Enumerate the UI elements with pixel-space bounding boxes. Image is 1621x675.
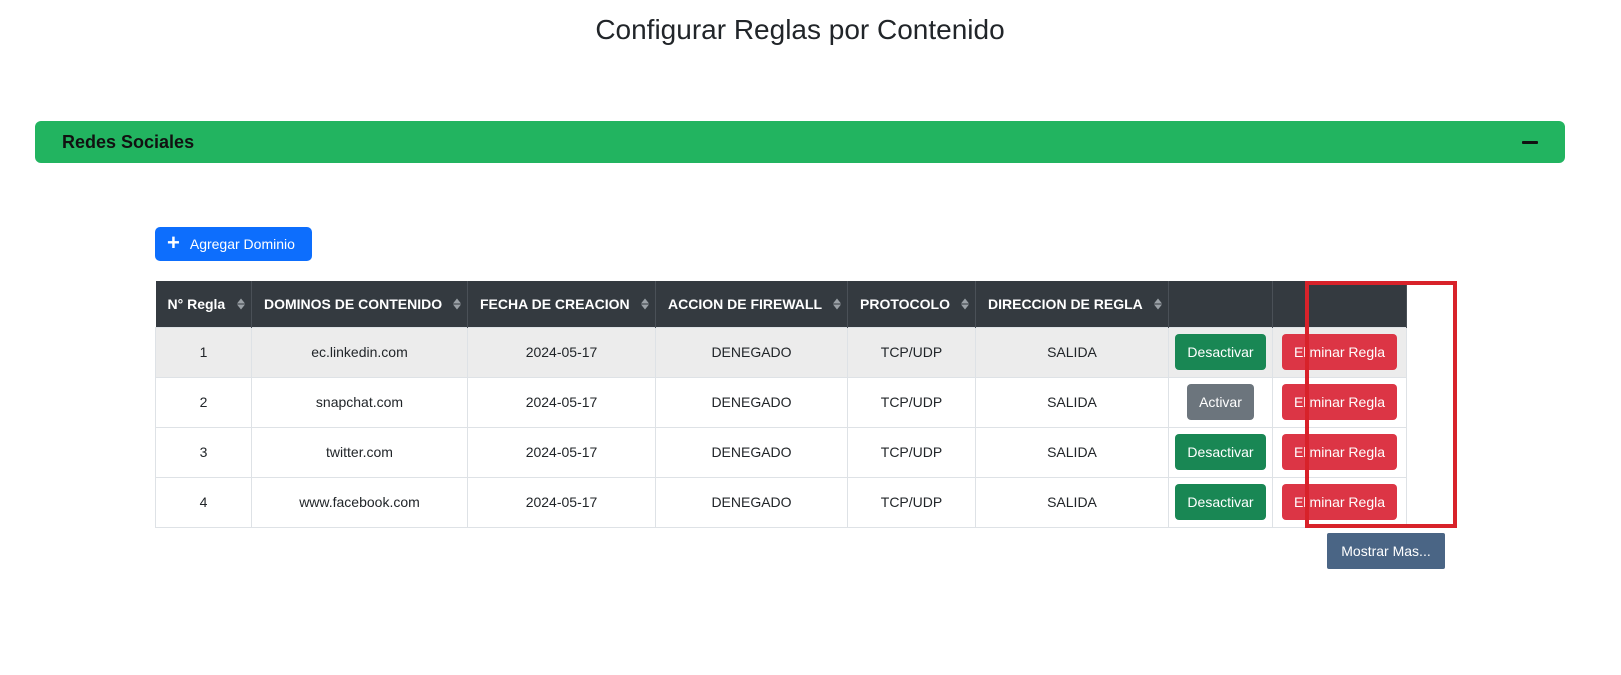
page-title: Configurar Reglas por Contenido xyxy=(595,14,1005,45)
table-header-row: N° Regla DOMINOS DE CONTENIDO FECHA DE C… xyxy=(155,281,1407,327)
action-cell: DENEGADO xyxy=(655,476,848,528)
rule-number-cell: 4 xyxy=(155,476,252,528)
add-domain-button[interactable]: + Agregar Dominio xyxy=(155,227,312,261)
direction-cell: SALIDA xyxy=(975,426,1169,478)
sort-icon[interactable] xyxy=(641,298,649,310)
column-header-action[interactable]: ACCION DE FIREWALL xyxy=(655,281,848,327)
column-header-label: N° Regla xyxy=(167,295,226,312)
toggle-cell: Desactivar xyxy=(1168,476,1273,528)
protocol-cell: TCP/UDP xyxy=(847,426,976,478)
sort-icon[interactable] xyxy=(453,298,461,310)
column-header-label: DOMINOS DE CONTENIDO xyxy=(264,295,443,312)
toggle-cell: Activar xyxy=(1168,376,1273,428)
deactivate-button[interactable]: Desactivar xyxy=(1175,434,1266,470)
column-header-label: ACCION DE FIREWALL xyxy=(668,295,822,312)
column-header-label: PROTOCOLO xyxy=(860,295,950,312)
sort-icon[interactable] xyxy=(833,298,841,310)
direction-cell: SALIDA xyxy=(975,326,1169,378)
delete-cell: Eliminar Regla xyxy=(1272,376,1407,428)
table-row: 3 twitter.com 2024-05-17 DENEGADO TCP/UD… xyxy=(155,426,1407,478)
date-cell: 2024-05-17 xyxy=(467,326,656,378)
category-title: Redes Sociales xyxy=(62,131,195,152)
protocol-cell: TCP/UDP xyxy=(847,376,976,428)
column-header-domain[interactable]: DOMINOS DE CONTENIDO xyxy=(251,281,468,327)
delete-rule-button[interactable]: Eliminar Regla xyxy=(1281,384,1398,420)
minus-icon[interactable] xyxy=(1522,140,1538,144)
domain-cell: ec.linkedin.com xyxy=(251,326,468,378)
table-row: 1 ec.linkedin.com 2024-05-17 DENEGADO TC… xyxy=(155,326,1407,378)
toggle-cell: Desactivar xyxy=(1168,326,1273,378)
table-row: 4 www.facebook.com 2024-05-17 DENEGADO T… xyxy=(155,476,1407,528)
column-header-protocol[interactable]: PROTOCOLO xyxy=(847,281,976,327)
toggle-cell: Desactivar xyxy=(1168,426,1273,478)
column-header-direction[interactable]: DIRECCION DE REGLA xyxy=(975,281,1169,327)
activate-button[interactable]: Activar xyxy=(1187,384,1254,420)
rules-table: N° Regla DOMINOS DE CONTENIDO FECHA DE C… xyxy=(155,281,1407,528)
direction-cell: SALIDA xyxy=(975,376,1169,428)
direction-cell: SALIDA xyxy=(975,476,1169,528)
protocol-cell: TCP/UDP xyxy=(847,326,976,378)
protocol-cell: TCP/UDP xyxy=(847,476,976,528)
column-header-label: DIRECCION DE REGLA xyxy=(988,295,1143,312)
rule-number-cell: 1 xyxy=(155,326,252,378)
domain-cell: snapchat.com xyxy=(251,376,468,428)
delete-rule-button[interactable]: Eliminar Regla xyxy=(1281,484,1398,520)
column-header-date[interactable]: FECHA DE CREACION xyxy=(467,281,656,327)
action-cell: DENEGADO xyxy=(655,426,848,478)
date-cell: 2024-05-17 xyxy=(467,426,656,478)
domain-cell: www.facebook.com xyxy=(251,476,468,528)
delete-cell: Eliminar Regla xyxy=(1272,326,1407,378)
show-more-button[interactable]: Mostrar Mas... xyxy=(1327,533,1445,569)
rule-number-cell: 3 xyxy=(155,426,252,478)
date-cell: 2024-05-17 xyxy=(467,476,656,528)
sort-icon[interactable] xyxy=(237,298,245,310)
column-header-rule-number[interactable]: N° Regla xyxy=(155,281,252,327)
delete-rule-button[interactable]: Eliminar Regla xyxy=(1281,334,1398,370)
deactivate-button[interactable]: Desactivar xyxy=(1175,334,1266,370)
delete-rule-button[interactable]: Eliminar Regla xyxy=(1281,434,1398,470)
rule-number-cell: 2 xyxy=(155,376,252,428)
action-cell: DENEGADO xyxy=(655,326,848,378)
add-domain-label: Agregar Dominio xyxy=(189,236,295,252)
column-header-toggle xyxy=(1168,281,1273,327)
delete-cell: Eliminar Regla xyxy=(1272,426,1407,478)
sort-icon[interactable] xyxy=(961,298,969,310)
table-row: 2 snapchat.com 2024-05-17 DENEGADO TCP/U… xyxy=(155,376,1407,428)
deactivate-button[interactable]: Desactivar xyxy=(1175,484,1266,520)
delete-cell: Eliminar Regla xyxy=(1272,476,1407,528)
domain-cell: twitter.com xyxy=(251,426,468,478)
sort-icon[interactable] xyxy=(1154,298,1162,310)
category-header-redes-sociales[interactable]: Redes Sociales xyxy=(35,121,1565,163)
date-cell: 2024-05-17 xyxy=(467,376,656,428)
column-header-label: FECHA DE CREACION xyxy=(480,295,630,312)
action-cell: DENEGADO xyxy=(655,376,848,428)
plus-icon: + xyxy=(167,230,180,255)
column-header-delete xyxy=(1272,281,1407,327)
